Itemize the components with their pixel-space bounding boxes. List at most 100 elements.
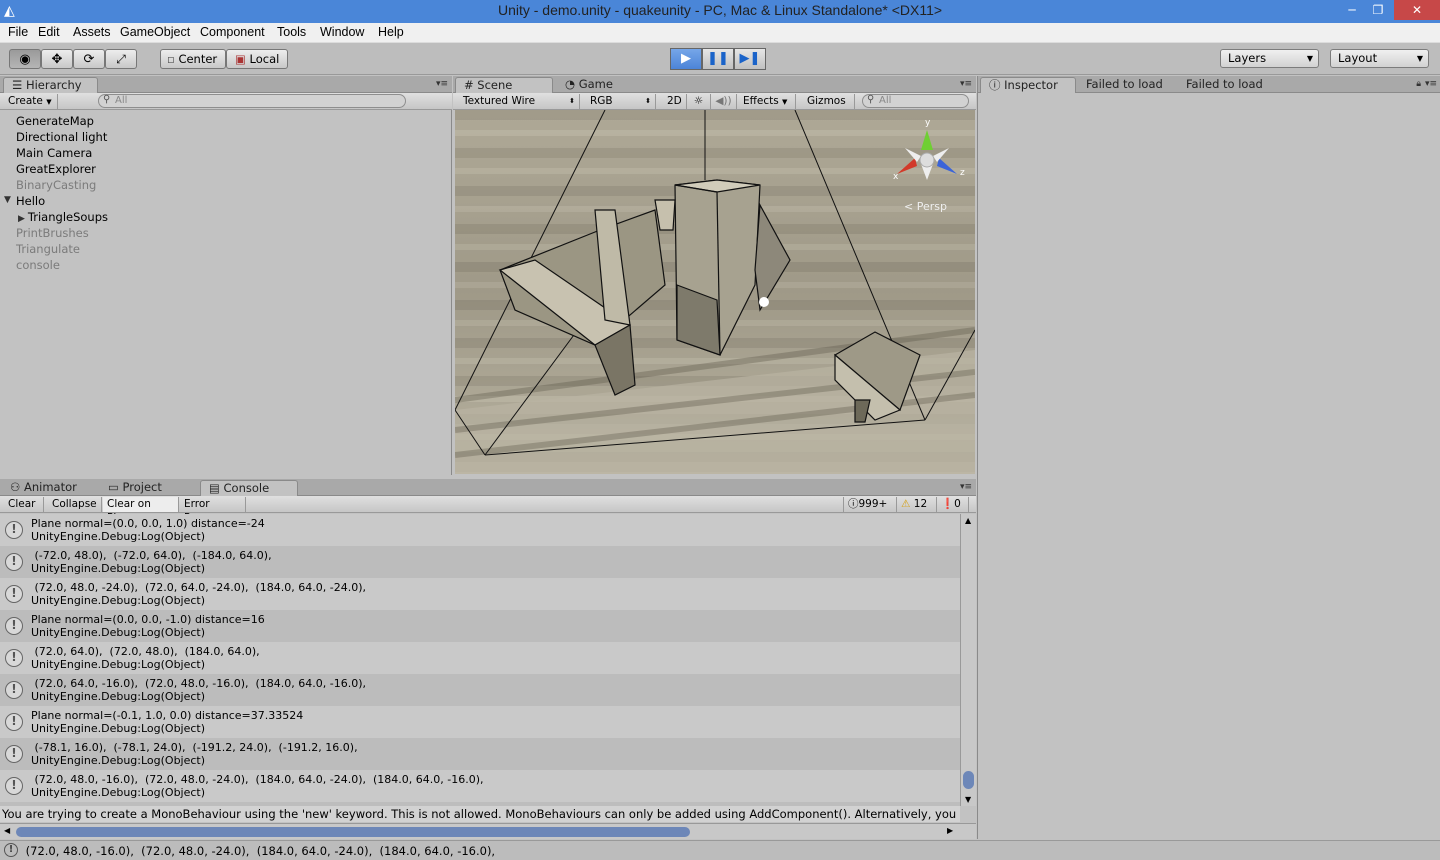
- pivot-center-button[interactable]: ▫ Center: [160, 49, 226, 69]
- info-icon: !: [5, 521, 23, 539]
- inspector-panel: ⓘ Inspector Failed to load Failed to loa…: [977, 76, 1440, 839]
- error-pause-button[interactable]: Error Pause: [180, 497, 246, 524]
- hierarchy-item[interactable]: console: [16, 258, 60, 272]
- hierarchy-item[interactable]: ▼ Hello: [4, 194, 45, 208]
- tab-inspector[interactable]: ⓘ Inspector: [980, 77, 1076, 93]
- console-entry[interactable]: ! (-72.0, 48.0), (-72.0, 64.0), (-184.0,…: [0, 546, 960, 578]
- tab-game[interactable]: ◔ Game: [557, 77, 627, 93]
- tab-failed-2[interactable]: Failed to load: [1178, 77, 1274, 93]
- warning-count-toggle[interactable]: ⚠ 12: [897, 497, 937, 512]
- step-button[interactable]: ▶❚: [734, 48, 766, 70]
- hierarchy-item-label: console: [16, 258, 60, 272]
- panel-menu-icon[interactable]: ▾≡: [1425, 79, 1437, 89]
- hierarchy-item[interactable]: PrintBrushes: [16, 226, 89, 240]
- hierarchy-item-label: GenerateMap: [16, 114, 94, 128]
- scene-viewport[interactable]: y x z < Persp: [455, 110, 975, 474]
- menu-file[interactable]: File: [8, 25, 28, 39]
- play-button[interactable]: ▶: [670, 48, 702, 70]
- expand-arrow-icon[interactable]: ▼: [4, 195, 11, 205]
- render-mode-dropdown[interactable]: RGB ⬍: [586, 94, 656, 109]
- layers-dropdown[interactable]: Layers ▼: [1220, 49, 1319, 68]
- minimize-button[interactable]: ─: [1338, 0, 1366, 20]
- hierarchy-item[interactable]: Main Camera: [16, 146, 92, 160]
- status-bar[interactable]: ! (72.0, 48.0, -16.0), (72.0, 48.0, -24.…: [0, 840, 1440, 860]
- scale-tool-button[interactable]: ⤢: [105, 49, 137, 69]
- tab-project[interactable]: ▭ Project: [100, 480, 196, 496]
- shading-mode-dropdown[interactable]: Textured Wire ⬍: [459, 94, 580, 109]
- console-entry-stacktrace: UnityEngine.Debug:Log(Object): [31, 786, 206, 799]
- scroll-thumb[interactable]: [963, 771, 974, 789]
- console-entry[interactable]: ! Plane normal=(-0.1, 1.0, 0.0) distance=…: [0, 706, 960, 738]
- menu-help[interactable]: Help: [378, 25, 404, 39]
- layout-dropdown[interactable]: Layout ▼: [1330, 49, 1429, 68]
- panel-menu-icon[interactable]: ▾≡: [960, 482, 972, 492]
- h-scroll-thumb[interactable]: [16, 827, 690, 837]
- console-toolbar: Clear Collapse Clear on Play Error Pause…: [0, 496, 976, 524]
- hierarchy-item[interactable]: GenerateMap: [16, 114, 94, 128]
- status-message: (72.0, 48.0, -16.0), (72.0, 48.0, -24.0)…: [22, 844, 496, 858]
- hierarchy-item[interactable]: Directional light: [16, 130, 107, 144]
- scene-search-input[interactable]: All: [862, 94, 969, 108]
- hierarchy-item[interactable]: BinaryCasting: [16, 178, 96, 192]
- create-dropdown[interactable]: Create ▼: [4, 94, 58, 109]
- hierarchy-item-label: PrintBrushes: [16, 226, 89, 240]
- tab-console[interactable]: ▤ Console: [200, 480, 298, 496]
- console-entry[interactable]: ! Plane normal=(0.0, 0.0, -1.0) distance=…: [0, 610, 960, 642]
- console-vertical-scrollbar[interactable]: ▲ ▼: [960, 514, 976, 806]
- clear-button[interactable]: Clear: [4, 497, 44, 512]
- console-entry[interactable]: ! (-78.1, 16.0), (-78.1, 24.0), (-191.2,…: [0, 738, 960, 770]
- tab-animator[interactable]: ⚇ Animator: [2, 480, 98, 496]
- lock-icon[interactable]: 🔒︎: [1416, 79, 1421, 89]
- hierarchy-item[interactable]: GreatExplorer: [16, 162, 96, 176]
- tab-failed-1[interactable]: Failed to load: [1078, 77, 1174, 93]
- pause-button[interactable]: ❚❚: [702, 48, 734, 70]
- panel-menu-icon[interactable]: ▾≡: [960, 79, 972, 89]
- collapse-arrow-icon[interactable]: ▶: [18, 214, 25, 224]
- menu-edit[interactable]: Edit: [38, 25, 60, 39]
- toggle-2d-button[interactable]: 2D: [663, 94, 687, 109]
- restore-button[interactable]: ❐: [1364, 0, 1392, 20]
- console-tab-label: Console: [223, 481, 270, 495]
- pivot-local-button[interactable]: ▣ Local: [226, 49, 288, 69]
- console-entry[interactable]: ! (72.0, 64.0, -16.0), (72.0, 48.0, -16.…: [0, 674, 960, 706]
- clear-on-play-button[interactable]: Clear on Play: [103, 497, 179, 524]
- console-entry[interactable]: ! (72.0, 48.0, -24.0), (72.0, 64.0, -24.…: [0, 578, 960, 610]
- menu-tools[interactable]: Tools: [277, 25, 306, 39]
- tab-scene[interactable]: # Scene: [455, 77, 553, 93]
- console-horizontal-scrollbar[interactable]: ◀ ▶: [0, 823, 976, 839]
- inspector-tabbar: ⓘ Inspector Failed to load Failed to loa…: [978, 76, 1440, 93]
- rotate-tool-button[interactable]: ⟳: [73, 49, 105, 69]
- scroll-right-icon[interactable]: ▶: [947, 826, 953, 835]
- info-icon: !: [5, 745, 23, 763]
- step-icon: ▶❚: [739, 51, 761, 66]
- audio-toggle[interactable]: ◀)): [711, 94, 737, 109]
- menu-window[interactable]: Window: [320, 25, 364, 39]
- scroll-up-icon[interactable]: ▲: [965, 516, 971, 525]
- hierarchy-search-input[interactable]: All: [98, 94, 406, 108]
- log-count-toggle[interactable]: ⓘ999+: [843, 497, 897, 512]
- console-entry[interactable]: ! (72.0, 64.0), (72.0, 48.0), (184.0, 64…: [0, 642, 960, 674]
- axis-z-label: z: [960, 168, 965, 178]
- animator-icon: ⚇: [10, 480, 21, 494]
- menu-assets[interactable]: Assets: [73, 25, 111, 39]
- scroll-down-icon[interactable]: ▼: [965, 795, 971, 804]
- menu-component[interactable]: Component: [200, 25, 265, 39]
- hierarchy-item[interactable]: ▶ TriangleSoups: [18, 210, 108, 224]
- close-button[interactable]: ✕: [1394, 0, 1440, 20]
- hierarchy-item[interactable]: Triangulate: [16, 242, 80, 256]
- lighting-toggle[interactable]: ☼: [687, 94, 711, 109]
- error-count-toggle[interactable]: ❗0: [937, 497, 969, 512]
- effects-dropdown[interactable]: Effects ▼: [739, 94, 796, 109]
- console-entry[interactable]: ! Plane normal=(0.0, 0.0, 1.0) distance=-…: [0, 514, 960, 546]
- gizmos-dropdown[interactable]: Gizmos ▼: [803, 94, 855, 120]
- hand-tool-button[interactable]: ◉: [9, 49, 41, 69]
- menu-gameobject[interactable]: GameObject: [120, 25, 190, 39]
- tab-hierarchy[interactable]: ☰ Hierarchy: [3, 77, 98, 93]
- console-entry[interactable]: ! (72.0, 48.0, -16.0), (72.0, 48.0, -24.…: [0, 770, 960, 802]
- panel-menu-icon[interactable]: ▾≡: [436, 79, 448, 89]
- move-tool-button[interactable]: ✥: [41, 49, 73, 69]
- persp-label[interactable]: < Persp: [904, 200, 947, 213]
- collapse-button[interactable]: Collapse: [48, 497, 102, 512]
- console-log-list[interactable]: ! Plane normal=(0.0, 0.0, 1.0) distance=-…: [0, 514, 960, 806]
- scroll-left-icon[interactable]: ◀: [4, 826, 10, 835]
